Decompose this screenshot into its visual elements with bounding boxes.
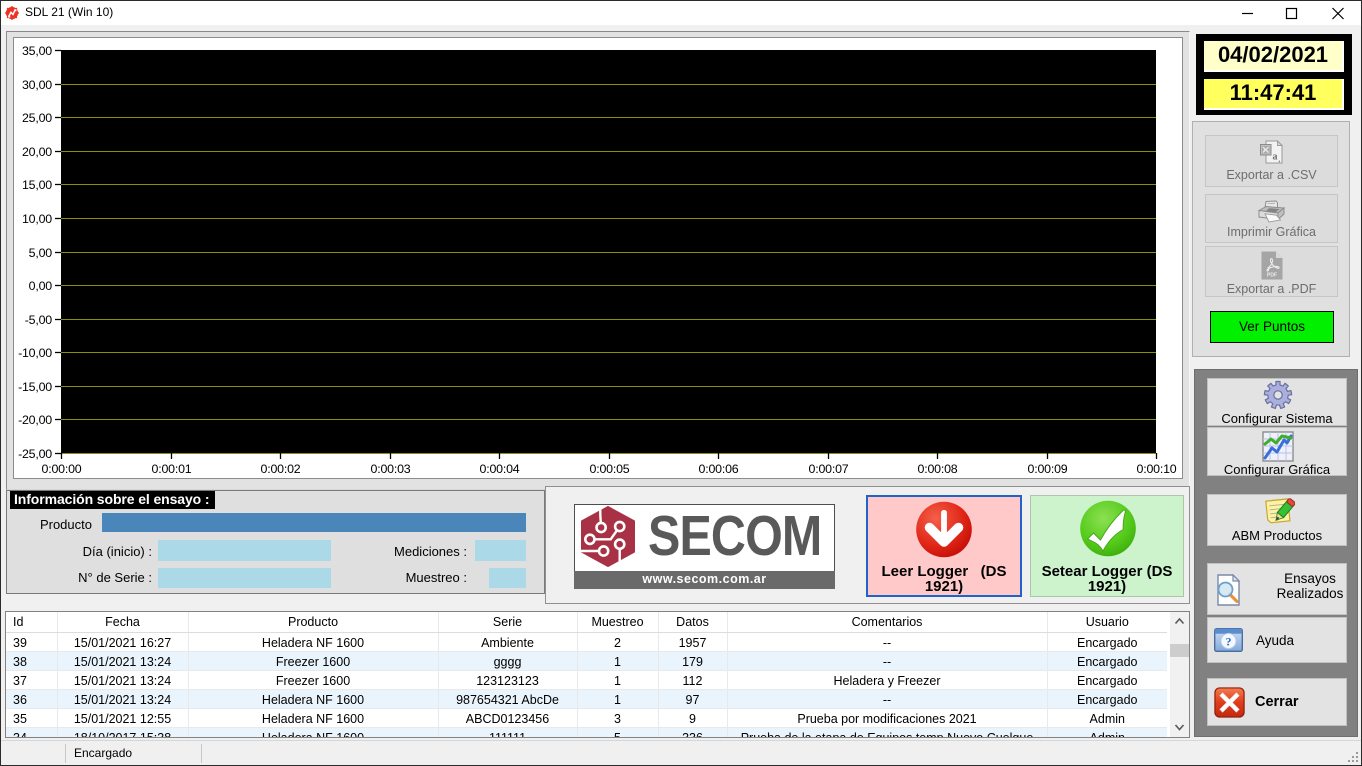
svg-text:-20,00: -20,00 [18,413,52,427]
svg-text:,: , [1278,156,1280,164]
svg-text:-5,00: -5,00 [25,313,53,327]
svg-text:-15,00: -15,00 [18,380,52,394]
svg-text:30,00: 30,00 [22,78,52,92]
svg-text:0:00:02: 0:00:02 [261,462,301,476]
svg-text:-10,00: -10,00 [18,346,52,360]
svg-text:15,00: 15,00 [22,178,52,192]
svg-text:0:00:04: 0:00:04 [480,462,520,476]
svg-text:0:00:00: 0:00:00 [42,462,82,476]
svg-text:-25,00: -25,00 [18,447,52,461]
svg-text:0:00:09: 0:00:09 [1028,462,1068,476]
svg-text:5,00: 5,00 [29,246,53,260]
svg-text:PDF: PDF [1267,273,1277,279]
svg-text:?: ? [1226,635,1232,649]
svg-text:0:00:07: 0:00:07 [809,462,849,476]
svg-text:35,00: 35,00 [22,44,52,58]
svg-text:0:00:05: 0:00:05 [590,462,630,476]
svg-text:0:00:08: 0:00:08 [918,462,958,476]
svg-text:0,00: 0,00 [29,279,53,293]
svg-text:20,00: 20,00 [22,145,52,159]
svg-text:0:00:01: 0:00:01 [152,462,192,476]
svg-text:0:00:10: 0:00:10 [1137,462,1177,476]
svg-text:0:00:03: 0:00:03 [371,462,411,476]
svg-text:10,00: 10,00 [22,212,52,226]
svg-text:0:00:06: 0:00:06 [699,462,739,476]
svg-text:a: a [1272,152,1277,163]
svg-text:25,00: 25,00 [22,111,52,125]
